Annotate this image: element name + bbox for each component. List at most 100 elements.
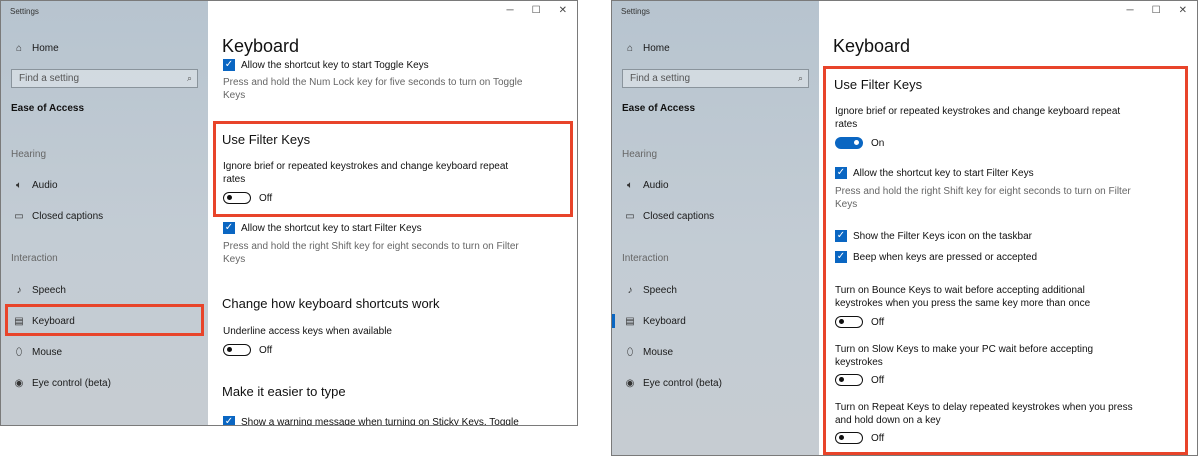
sidebar-item-label: Mouse <box>643 346 674 358</box>
sidebar-item-mouse[interactable]: ⬯ Mouse <box>612 341 819 363</box>
sidebar-item-mouse[interactable]: ⬯ Mouse <box>1 341 208 363</box>
section-label-interaction: Interaction <box>622 253 669 264</box>
checkbox-label: Show the Filter Keys icon on the taskbar <box>853 231 1032 242</box>
speaker-icon: 🔈︎ <box>16 179 22 191</box>
filter-keys-toggle[interactable] <box>835 137 863 149</box>
search-input[interactable]: Find a setting ⌕ <box>622 69 809 88</box>
sidebar-item-keyboard[interactable]: ▤ Keyboard <box>612 310 819 332</box>
settings-window-left: Settings ⌂ Home Find a setting ⌕ Ease of… <box>0 0 578 426</box>
sidebar-item-speech[interactable]: ♪ Speech <box>1 279 208 301</box>
sidebar-item-label: Closed captions <box>643 210 715 222</box>
checkbox-label: Allow the shortcut key to start Filter K… <box>241 223 422 234</box>
category-title: Ease of Access <box>11 103 85 114</box>
filter-keys-title: Use Filter Keys <box>834 77 923 92</box>
toggle-keys-shortcut-checkbox[interactable]: ✓ <box>223 59 235 71</box>
sidebar-item-label: Eye control (beta) <box>643 377 722 389</box>
sidebar-item-label: Mouse <box>32 346 63 358</box>
mouse-icon: ⬯ <box>626 346 634 358</box>
sidebar-item-home[interactable]: ⌂ Home <box>1 37 208 59</box>
window-title: Settings <box>621 7 650 16</box>
toggle-state: Off <box>259 345 273 356</box>
search-placeholder: Find a setting <box>19 73 80 84</box>
toggle-state: On <box>871 138 885 149</box>
search-placeholder: Find a setting <box>630 73 691 84</box>
filter-keys-shortcut-checkbox[interactable]: ✓ <box>835 167 847 179</box>
toggle-state: Off <box>871 317 885 328</box>
captions-icon: ▭ <box>14 210 24 222</box>
keyboard-item-highlight <box>5 304 204 336</box>
speaker-icon: 🔈︎ <box>627 179 633 191</box>
eye-control-icon: ◉ <box>625 377 635 389</box>
eye-control-icon: ◉ <box>14 377 24 389</box>
beep-checkbox[interactable]: ✓ <box>835 251 847 263</box>
window-controls: ─ ☐ ✕ <box>1127 5 1187 16</box>
search-icon: ⌕ <box>186 73 192 83</box>
checkbox-label: Beep when keys are pressed or accepted <box>853 252 1037 263</box>
window-title: Settings <box>10 7 39 16</box>
section-label-hearing: Hearing <box>11 149 47 160</box>
taskbar-icon-checkbox[interactable]: ✓ <box>835 230 847 242</box>
home-icon: ⌂ <box>626 42 634 54</box>
toggle-state: Off <box>871 433 885 444</box>
sidebar-item-label: Speech <box>32 284 66 296</box>
underline-keys-toggle[interactable] <box>223 344 251 356</box>
microphone-icon: ♪ <box>16 284 22 296</box>
sidebar-item-closed-captions[interactable]: ▭ Closed captions <box>1 205 208 227</box>
section-label-interaction: Interaction <box>11 253 58 264</box>
sidebar-item-label: Speech <box>643 284 677 296</box>
slow-keys-desc: Turn on Slow Keys to make your PC wait b… <box>835 344 1094 368</box>
window-controls: ─ ☐ ✕ <box>507 5 567 16</box>
sidebar-item-closed-captions[interactable]: ▭ Closed captions <box>612 205 819 227</box>
sidebar-item-audio[interactable]: 🔈︎ Audio <box>1 174 208 196</box>
sidebar-item-eye-control[interactable]: ◉ Eye control (beta) <box>1 372 208 394</box>
repeat-keys-desc: Turn on Repeat Keys to delay repeated ke… <box>835 402 1133 426</box>
search-icon: ⌕ <box>797 73 803 83</box>
sidebar-item-home[interactable]: ⌂ Home <box>612 37 819 59</box>
bounce-keys-toggle[interactable] <box>835 316 863 328</box>
settings-window-right: Settings ⌂ Home Find a setting ⌕ Ease of… <box>611 0 1198 456</box>
page-title: Keyboard <box>222 36 300 56</box>
checkbox-label: Allow the shortcut key to start Filter K… <box>853 168 1034 179</box>
filter-keys-highlight <box>213 121 573 217</box>
captions-icon: ▭ <box>625 210 635 222</box>
filter-keys-shortcut-desc: Press and hold the right Shift key for e… <box>223 241 519 265</box>
close-icon[interactable]: ✕ <box>1179 5 1187 16</box>
home-icon: ⌂ <box>15 42 23 54</box>
close-icon[interactable]: ✕ <box>559 5 567 16</box>
category-title: Ease of Access <box>622 103 696 114</box>
bounce-keys-desc: Turn on Bounce Keys to wait before accep… <box>835 285 1091 309</box>
filter-keys-shortcut-checkbox[interactable]: ✓ <box>223 222 235 234</box>
toggle-keys-desc: Press and hold the Num Lock key for five… <box>223 77 523 101</box>
easier-title: Make it easier to type <box>222 384 346 399</box>
sidebar-item-label: Eye control (beta) <box>32 377 111 389</box>
checkbox-label: Show a warning message when turning on S… <box>241 417 519 426</box>
filter-keys-shortcut-desc: Press and hold the right Shift key for e… <box>835 186 1131 210</box>
filter-keys-desc: Ignore brief or repeated keystrokes and … <box>835 106 1121 130</box>
sidebar-item-label: Home <box>32 42 59 54</box>
sidebar-item-label: Home <box>643 42 670 54</box>
minimize-icon[interactable]: ─ <box>1127 5 1134 16</box>
shortcuts-desc: Underline access keys when available <box>223 326 392 337</box>
sidebar-item-audio[interactable]: 🔈︎ Audio <box>612 174 819 196</box>
keyboard-icon: ▤ <box>625 315 635 327</box>
mouse-icon: ⬯ <box>15 346 23 358</box>
maximize-icon[interactable]: ☐ <box>1152 5 1161 16</box>
maximize-icon[interactable]: ☐ <box>532 5 541 16</box>
section-label-hearing: Hearing <box>622 149 658 160</box>
minimize-icon[interactable]: ─ <box>507 5 514 16</box>
sidebar: Settings ⌂ Home Find a setting ⌕ Ease of… <box>612 1 819 455</box>
sidebar-item-label: Audio <box>643 179 669 191</box>
toggle-state: Off <box>871 375 885 386</box>
sidebar-item-label: Keyboard <box>643 315 686 327</box>
main-content: ─ ☐ ✕ Keyboard ✓ Allow the shortcut key … <box>208 1 577 425</box>
shortcuts-title: Change how keyboard shortcuts work <box>222 296 440 311</box>
search-input[interactable]: Find a setting ⌕ <box>11 69 198 88</box>
repeat-keys-toggle[interactable] <box>835 432 863 444</box>
checkbox-label: Allow the shortcut key to start Toggle K… <box>241 60 429 71</box>
sidebar-item-label: Audio <box>32 179 58 191</box>
slow-keys-toggle[interactable] <box>835 374 863 386</box>
warning-message-checkbox[interactable]: ✓ <box>223 416 235 425</box>
main-content: ─ ☐ ✕ Keyboard Use Filter Keys Ignore br… <box>819 1 1197 455</box>
sidebar-item-speech[interactable]: ♪ Speech <box>612 279 819 301</box>
sidebar-item-eye-control[interactable]: ◉ Eye control (beta) <box>612 372 819 394</box>
